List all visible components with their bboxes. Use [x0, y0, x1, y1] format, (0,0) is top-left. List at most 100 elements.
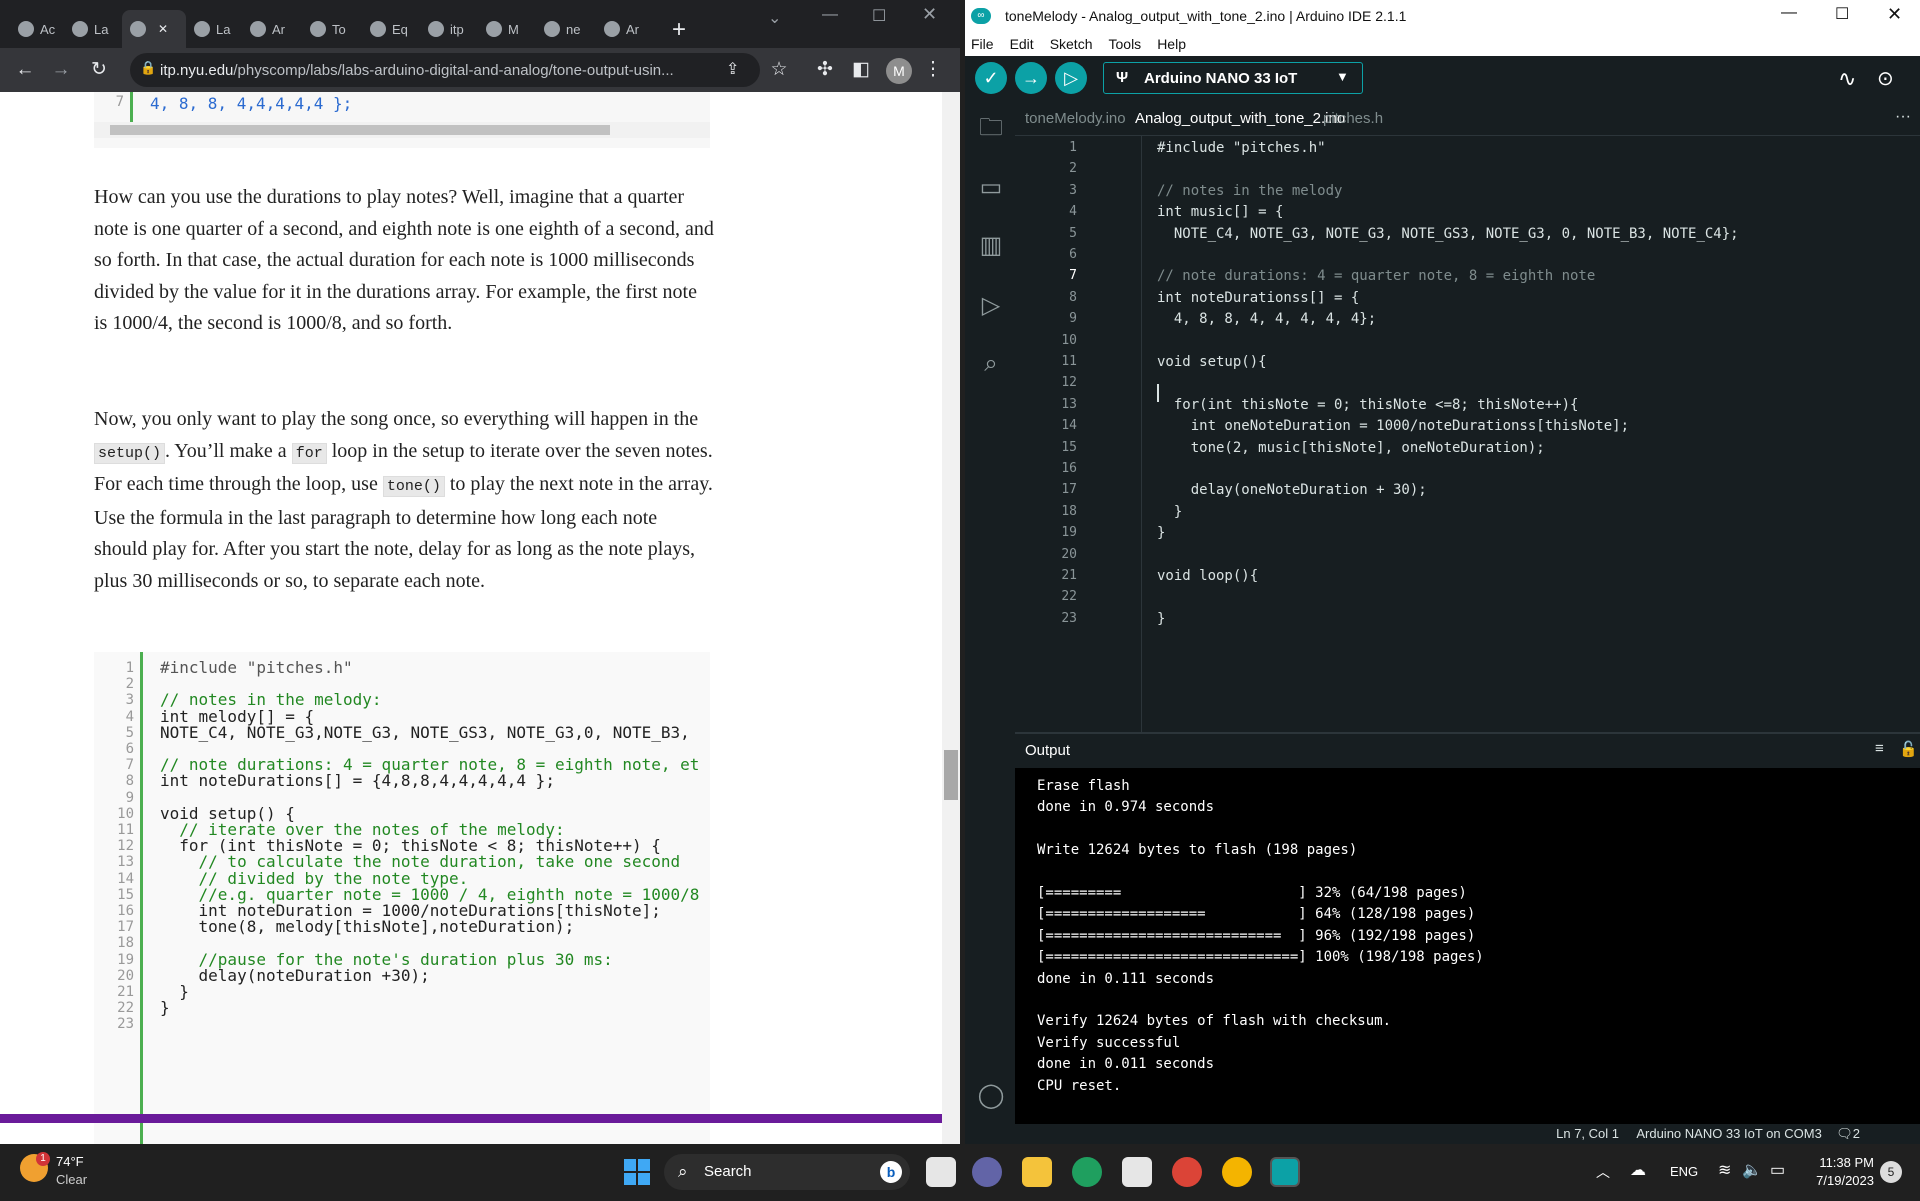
menu-kebab-icon[interactable]: ⋮	[920, 58, 946, 82]
menu-help[interactable]: Help	[1157, 36, 1186, 52]
extensions-icon[interactable]: ✣	[812, 58, 838, 82]
browser-tab[interactable]: Ac	[10, 10, 60, 48]
upload-button[interactable]: →	[1015, 62, 1047, 94]
taskbar-search[interactable]: ⌕ Search b	[664, 1154, 910, 1190]
store-icon[interactable]	[1122, 1157, 1152, 1187]
tab-analog-output[interactable]: Analog_output_with_tone_2.ino	[1135, 110, 1345, 127]
back-icon[interactable]: ←	[12, 58, 38, 82]
close-tab-icon[interactable]: ✕	[158, 22, 168, 36]
chrome-profile-icon[interactable]	[1222, 1157, 1252, 1187]
browser-tab[interactable]: Ar	[242, 10, 294, 48]
globe-icon	[428, 21, 444, 37]
tab-pitches[interactable]: pitches.h	[1323, 110, 1383, 127]
browser-tab[interactable]: To	[302, 10, 354, 48]
maximize-icon[interactable]: ☐	[1835, 4, 1849, 24]
paragraph-durations: How can you use the durations to play no…	[94, 186, 714, 334]
tab-search-chevron-icon[interactable]: ⌄	[768, 8, 781, 28]
code-line: #include "pitches.h"	[1157, 140, 1326, 156]
debug-button[interactable]: ▷	[1055, 62, 1087, 94]
weather-widget[interactable]: 1 74°F Clear	[20, 1152, 110, 1194]
account-icon[interactable]: ◯	[977, 1082, 1005, 1110]
battery-icon[interactable]: ▭	[1770, 1160, 1785, 1180]
browser-tab[interactable]: ne	[536, 10, 588, 48]
tab-label: M	[508, 21, 519, 37]
line-number: 18	[1061, 503, 1077, 519]
sidepanel-icon[interactable]: ◧	[848, 58, 874, 82]
clear-output-icon[interactable]: ≡	[1875, 740, 1884, 757]
clock[interactable]: 11:38 PM 7/19/2023	[1804, 1154, 1874, 1190]
profile-avatar[interactable]: M	[886, 58, 912, 84]
menu-sketch[interactable]: Sketch	[1050, 36, 1093, 52]
serial-plotter-icon[interactable]: ∿	[1838, 66, 1856, 92]
menu-tools[interactable]: Tools	[1109, 36, 1142, 52]
code-line: tone(8, melody[thisNote],noteDuration);	[160, 917, 575, 937]
lock-scroll-icon[interactable]: 🔓	[1899, 740, 1918, 758]
line-number: 11	[117, 822, 134, 838]
serial-monitor-icon[interactable]: ⊙	[1877, 66, 1894, 91]
new-tab-icon[interactable]: +	[672, 16, 686, 44]
notification-badge[interactable]: 5	[1880, 1161, 1902, 1183]
browser-tab[interactable]: La	[64, 10, 116, 48]
library-icon[interactable]: ▥	[977, 232, 1005, 260]
wifi-icon[interactable]: ≋	[1718, 1160, 1731, 1180]
menu-bar: File Edit Sketch Tools Help	[965, 32, 1920, 56]
verify-button[interactable]: ✓	[975, 62, 1007, 94]
line-number: 5	[125, 724, 134, 741]
browser-tab[interactable]: ✕	[122, 10, 186, 48]
menu-file[interactable]: File	[971, 36, 994, 52]
maximize-icon[interactable]: ☐	[872, 6, 886, 26]
board-selector[interactable]: Ψ Arduino NANO 33 IoT ▼	[1103, 62, 1363, 94]
share-icon[interactable]: ⇪	[726, 59, 739, 79]
tab-tonemelody[interactable]: toneMelody.ino	[1025, 110, 1126, 127]
edge-icon[interactable]	[1072, 1157, 1102, 1187]
code-line: }	[1157, 610, 1166, 627]
vertical-scrollbar[interactable]	[942, 92, 960, 1144]
menu-edit[interactable]: Edit	[1010, 36, 1034, 52]
reload-icon[interactable]: ↻	[86, 58, 112, 82]
language-indicator[interactable]: ENG	[1670, 1164, 1698, 1179]
arduino-logo-icon: ∞	[971, 8, 991, 24]
chrome-icon[interactable]	[1172, 1157, 1202, 1187]
close-window-icon[interactable]: ✕	[922, 4, 937, 25]
line-number: 23	[1061, 610, 1077, 626]
close-window-icon[interactable]: ✕	[1887, 4, 1902, 25]
notification-icon[interactable]: 🗨	[1836, 1126, 1853, 1141]
browser-tab[interactable]: La	[186, 10, 236, 48]
browser-tab[interactable]: M	[478, 10, 530, 48]
code-editor[interactable]: 1 #include "pitches.h" 2 3// notes in the m…	[1015, 136, 1920, 732]
line-number: 3	[125, 692, 134, 709]
search-icon[interactable]: ⌕	[977, 350, 1005, 378]
docs-icon	[250, 21, 266, 37]
tray-chevron-icon[interactable]: ︿	[1596, 1162, 1610, 1182]
forward-icon[interactable]: →	[48, 58, 74, 82]
teams-icon[interactable]	[972, 1157, 1002, 1187]
minimize-icon[interactable]: —	[1781, 4, 1797, 22]
folder-icon[interactable]: 🗀	[977, 114, 1005, 142]
task-view-icon[interactable]	[926, 1157, 956, 1187]
browser-tab[interactable]: Ar	[596, 10, 648, 48]
more-icon[interactable]: ···	[1895, 108, 1911, 126]
code-line: }	[1157, 525, 1166, 542]
bookmark-star-icon[interactable]: ☆	[766, 58, 792, 82]
horizontal-scrollbar[interactable]	[94, 122, 710, 138]
minimize-icon[interactable]: —	[822, 6, 838, 24]
code-line: }	[1157, 503, 1183, 520]
output-console: Erase flash done in 0.974 seconds Write 12…	[1015, 768, 1920, 1124]
gutter-divider	[1141, 136, 1142, 732]
address-bar[interactable]: 🔒 itp.nyu.edu/physcomp/labs/labs-arduino…	[130, 53, 760, 87]
browser-tab[interactable]: itp	[420, 10, 472, 48]
onedrive-icon[interactable]: ☁	[1630, 1160, 1646, 1180]
boards-manager-icon[interactable]: ▭	[977, 174, 1005, 202]
scrollbar-thumb[interactable]	[944, 750, 958, 800]
debug-icon[interactable]: ▷	[977, 292, 1005, 320]
code-line: int noteDurationss[] = {	[1157, 289, 1360, 306]
code-line: for(int thisNote = 0; thisNote <=8; this…	[1157, 396, 1579, 413]
arduino-icon	[604, 21, 620, 37]
arduino-taskbar-icon[interactable]	[1270, 1157, 1300, 1187]
browser-tab[interactable]: Eq	[362, 10, 414, 48]
globe-icon	[370, 21, 386, 37]
scrollbar-thumb[interactable]	[110, 125, 610, 135]
file-explorer-icon[interactable]	[1022, 1157, 1052, 1187]
start-windows-icon[interactable]	[624, 1159, 650, 1185]
volume-icon[interactable]: 🔈	[1742, 1160, 1762, 1180]
